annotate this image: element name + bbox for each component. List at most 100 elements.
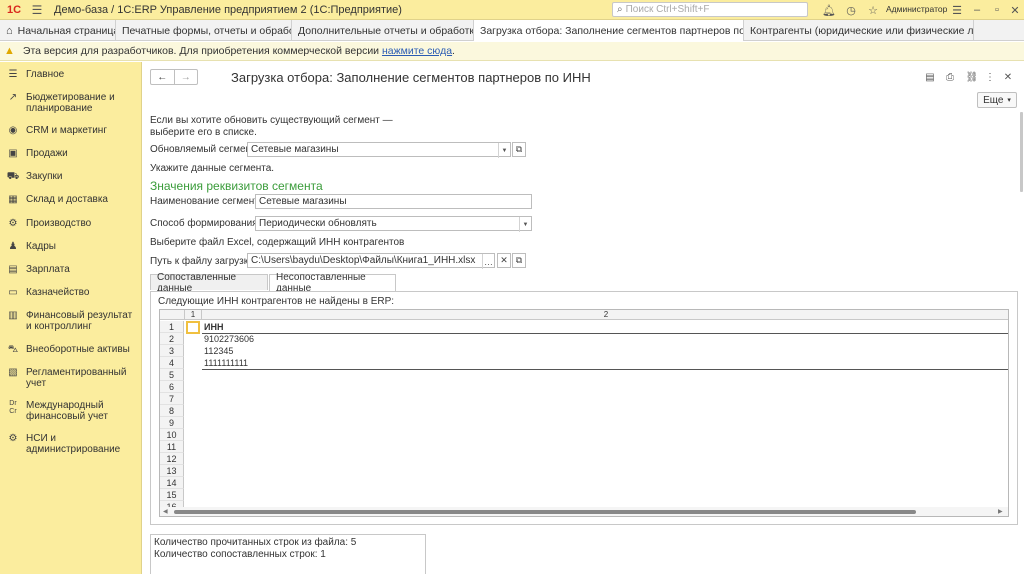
tab-load-filter[interactable]: Загрузка отбора: Заполнение сегментов па…	[474, 20, 744, 41]
rows-read-text: Количество прочитанных строк из файла: 5	[154, 537, 357, 548]
row-header[interactable]: 12	[160, 453, 184, 465]
sidebar-item-purchases[interactable]: ⛟ Закупки	[0, 171, 142, 182]
sidebar-item-production[interactable]: ⚙ Производство	[0, 218, 142, 229]
segment-value: Сетевые магазины	[251, 144, 339, 155]
row-header[interactable]: 8	[160, 405, 184, 417]
sidebar-item-assets[interactable]: ⛍ Внеоборотные активы	[0, 344, 142, 355]
scroll-right-icon[interactable]: ▶	[998, 507, 1003, 516]
warning-tail: .	[452, 45, 455, 57]
minimize-icon[interactable]: –	[968, 0, 986, 20]
column-1-header[interactable]: 1	[184, 310, 202, 320]
cart-icon: ⛟	[6, 171, 20, 182]
close-form-icon[interactable]: ✕	[1001, 70, 1015, 84]
sidebar-item-budgeting[interactable]: ↗ Бюджетирование и планирование	[0, 92, 142, 114]
form-area: ← → Загрузка отбора: Заполнение сегменто…	[143, 62, 1024, 574]
row-header[interactable]: 10	[160, 429, 184, 441]
table-cell[interactable]: ИНН	[204, 321, 223, 333]
sidebar-item-admin[interactable]: ⚙ НСИ и администрирование	[0, 433, 142, 455]
more-actions-icon[interactable]: ⋮	[983, 70, 997, 84]
tab-matched-data[interactable]: Сопоставленные данные	[150, 272, 268, 294]
link-icon[interactable]: ⛓	[965, 70, 979, 84]
tab-counterparties[interactable]: Контрагенты (юридические или физические …	[744, 20, 974, 41]
sidebar-item-ifrs[interactable]: Dr Cr Международный финансовый учет	[0, 400, 142, 422]
people-icon: ♟	[8, 241, 18, 252]
print-icon[interactable]: ⎙	[943, 70, 957, 84]
row-header[interactable]: 2	[160, 333, 184, 345]
factory-icon: ⚙	[8, 218, 18, 229]
segment-name-input[interactable]: Сетевые магазины	[255, 194, 532, 209]
sidebar-item-warehouse[interactable]: ▦ Склад и доставка	[0, 194, 142, 205]
row-header[interactable]: 14	[160, 477, 184, 489]
sidebar-item-regulated-accounting[interactable]: ▧ Регламентированный учет	[0, 367, 142, 389]
sidebar-item-crm[interactable]: ◉ CRM и маркетинг	[0, 125, 142, 136]
row-header[interactable]: 13	[160, 465, 184, 477]
row-header[interactable]: 11	[160, 441, 184, 453]
table-cell[interactable]: 1111111111	[204, 357, 248, 369]
back-arrow-icon[interactable]: ←	[151, 70, 174, 84]
segment-name-value: Сетевые магазины	[259, 196, 347, 207]
column-header: 1 2	[160, 310, 1008, 320]
horizontal-scrollbar[interactable]: ◀ ▶	[160, 507, 1008, 516]
selected-cell[interactable]	[186, 321, 200, 334]
global-search-input[interactable]: ⌕ Поиск Ctrl+Shift+F	[612, 2, 808, 17]
more-button[interactable]: Еще ▾	[977, 92, 1017, 108]
segment-select[interactable]: Сетевые магазины ▼	[247, 142, 511, 158]
row-header[interactable]: 15	[160, 489, 184, 501]
chevron-down-icon[interactable]: ▼	[519, 217, 531, 232]
sidebar-item-finance[interactable]: ▥ Финансовый результат и контроллинг	[0, 310, 142, 332]
user-name[interactable]: Администратор	[886, 4, 947, 14]
open-icon[interactable]: ⧉	[512, 142, 526, 157]
forward-arrow-icon[interactable]: →	[173, 70, 198, 84]
row-header[interactable]: 6	[160, 381, 184, 393]
table-cell[interactable]: 9102273606	[204, 333, 254, 345]
history-icon[interactable]: ◷	[842, 0, 860, 20]
save-icon[interactable]: ▤	[923, 70, 937, 84]
main-menu-icon[interactable]: ☰	[28, 0, 46, 20]
sidebar-item-label: Бюджетирование и планирование	[26, 92, 115, 114]
method-select[interactable]: Периодически обновлять ▼	[255, 216, 532, 232]
sidebar-item-salary[interactable]: ▤ Зарплата	[0, 264, 142, 275]
scroll-left-icon[interactable]: ◀	[163, 507, 168, 516]
chart-icon: ↗	[8, 92, 18, 103]
row-header[interactable]: 3	[160, 345, 184, 357]
chevron-down-icon[interactable]: ▼	[498, 143, 510, 158]
row-header[interactable]: 9	[160, 417, 184, 429]
row-header[interactable]: 5	[160, 369, 184, 381]
bell-icon[interactable]: 🔔︎	[820, 0, 838, 20]
sidebar-item-treasury[interactable]: ▭ Казначейство	[0, 287, 142, 298]
sidebar-item-label: Регламентированный учет	[26, 367, 127, 389]
clear-icon[interactable]: ✕	[497, 253, 511, 268]
scroll-thumb[interactable]	[174, 510, 916, 514]
tab-unmatched-data[interactable]: Несопоставленные данные	[269, 272, 396, 294]
sections-sidebar: ☰ Главное ↗ Бюджетирование и планирование …	[0, 62, 142, 574]
row-header[interactable]: 7	[160, 393, 184, 405]
sales-icon: ▣	[8, 148, 18, 159]
stats-box: Количество прочитанных строк из файла: 5…	[150, 534, 426, 574]
sidebar-item-hr[interactable]: ♟ Кадры	[0, 241, 142, 252]
vertical-scrollbar[interactable]	[1020, 112, 1023, 192]
row-header[interactable]: 4	[160, 357, 184, 369]
window-settings-icon[interactable]: ☰	[948, 0, 966, 20]
sidebar-item-sales[interactable]: ▣ Продажи	[0, 148, 142, 159]
spreadsheet[interactable]: 1 2 1 2 3 4 5 6 7 8 9 10 11 12 13 14 15 …	[159, 309, 1009, 517]
ifrs-icon: Dr Cr	[9, 400, 17, 415]
star-icon[interactable]: ☆	[864, 0, 882, 20]
sidebar-item-main[interactable]: ☰ Главное	[0, 69, 142, 80]
table-cell[interactable]: 112345	[204, 345, 233, 357]
purchase-link[interactable]: нажмите сюда	[382, 45, 452, 57]
row-header[interactable]: 1	[160, 321, 184, 333]
tab-print-forms[interactable]: Печатные формы, отчеты и обработки✕	[116, 20, 292, 41]
close-window-icon[interactable]: ✕	[1006, 0, 1024, 20]
tab-home[interactable]: ⌂ Начальная страница	[0, 20, 116, 41]
file-path-input[interactable]: C:\Users\baydu\Desktop\Файлы\Книга1_ИНН.…	[247, 253, 495, 269]
file-path-value: C:\Users\baydu\Desktop\Файлы\Книга1_ИНН.…	[251, 255, 476, 266]
browse-icon[interactable]: …	[482, 254, 494, 269]
sidebar-item-label: Кадры	[26, 241, 56, 252]
open-file-icon[interactable]: ⧉	[512, 253, 526, 268]
column-2-header[interactable]: 2	[202, 310, 1008, 320]
assets-icon: ⛍	[7, 344, 19, 355]
tab-additional-reports[interactable]: Дополнительные отчеты и обработки✕	[292, 20, 474, 41]
maximize-icon[interactable]: ▫	[988, 0, 1006, 20]
tab-label: Загрузка отбора: Заполнение сегментов па…	[480, 24, 744, 37]
rows-matched-text: Количество сопоставленных строк: 1	[154, 549, 326, 560]
